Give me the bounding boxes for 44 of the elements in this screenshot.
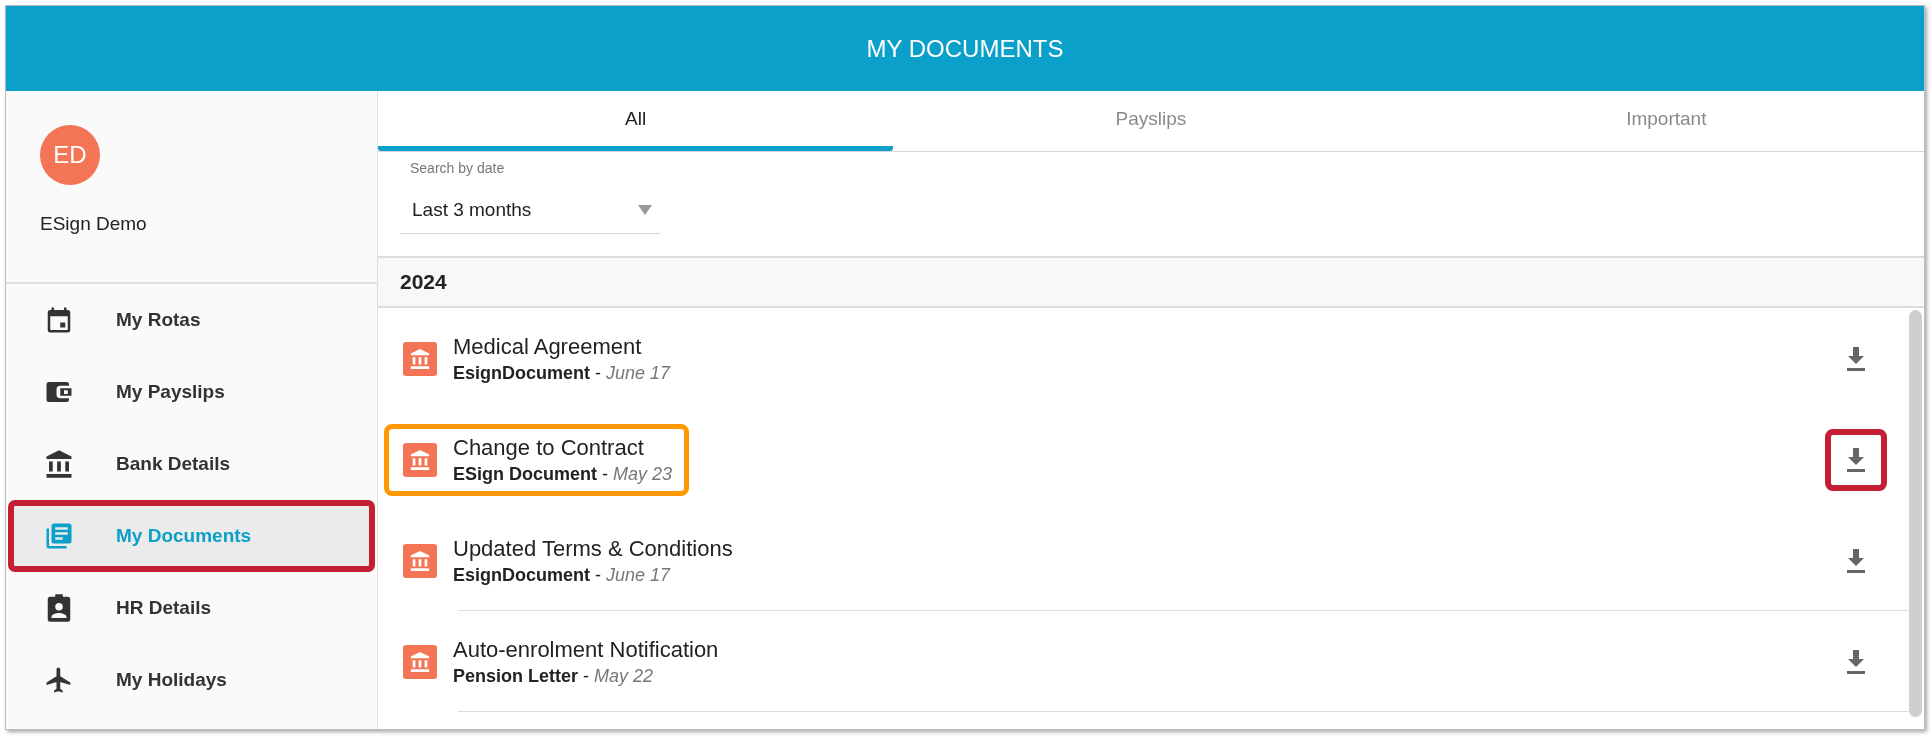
document-title: Updated Terms & Conditions <box>453 535 733 562</box>
document-title: Medical Agreement <box>453 333 643 360</box>
document-item[interactable]: Change to Contract ESign Document - May 23 <box>384 423 690 496</box>
documents-icon <box>44 521 74 551</box>
bank-icon <box>403 442 437 477</box>
user-name: ESign Demo <box>40 213 147 235</box>
document-title: Change to Contract <box>453 434 645 461</box>
bank-icon <box>403 644 437 679</box>
bank-icon <box>403 543 437 578</box>
bank-icon <box>44 449 74 479</box>
page-title: MY DOCUMENTS <box>6 6 1924 91</box>
sidebar-item-label: My Holidays <box>116 669 227 691</box>
sidebar-item-label: Bank Details <box>116 453 231 475</box>
document-item[interactable]: Auto-enrolment Notification Pension Letter - May 22 <box>384 625 736 698</box>
tab[interactable]: Payslips <box>893 91 1409 151</box>
document-item[interactable]: Medical Agreement EsignDocument - June 17 <box>384 322 688 395</box>
sidebar-item-label: HR Details <box>116 597 212 619</box>
download-icon <box>1844 445 1868 474</box>
sidebar-item-label: My Documents <box>116 525 252 547</box>
date-select[interactable]: Last 3 months <box>400 186 660 234</box>
bank-icon <box>403 341 437 376</box>
download-icon <box>1844 647 1868 676</box>
document-meta: Pension Letter - May 22 <box>453 665 655 687</box>
user-avatar: ED <box>40 125 100 185</box>
tab[interactable]: All <box>378 91 894 151</box>
sidebar-item[interactable]: My Holidays <box>6 644 377 716</box>
year-heading: 2024 <box>378 256 1924 308</box>
sidebar-item[interactable]: Bank Details <box>6 428 377 500</box>
document-meta: EsignDocument - June 17 <box>453 362 671 384</box>
sidebar-item[interactable]: My Rotas <box>6 284 377 356</box>
filter-label: Search by date <box>410 160 505 176</box>
document-meta: ESign Document - May 23 <box>453 463 673 485</box>
download-icon <box>1844 344 1868 373</box>
scrollbar[interactable] <box>1909 310 1922 717</box>
sidebar-item-label: My Rotas <box>116 309 201 331</box>
sidebar-item-label: My Payslips <box>116 381 225 403</box>
document-meta: EsignDocument - June 17 <box>453 564 672 586</box>
download-button[interactable] <box>1825 428 1887 491</box>
sidebar-item[interactable]: HR Details <box>6 572 377 644</box>
download-icon <box>1844 546 1868 575</box>
dropdown-triangle-icon <box>638 204 652 215</box>
document-title: Auto-enrolment Notification <box>453 636 719 663</box>
document-item[interactable]: Updated Terms & Conditions EsignDocument - June 17 <box>384 524 750 597</box>
sidebar-item[interactable]: My Payslips <box>6 356 377 428</box>
